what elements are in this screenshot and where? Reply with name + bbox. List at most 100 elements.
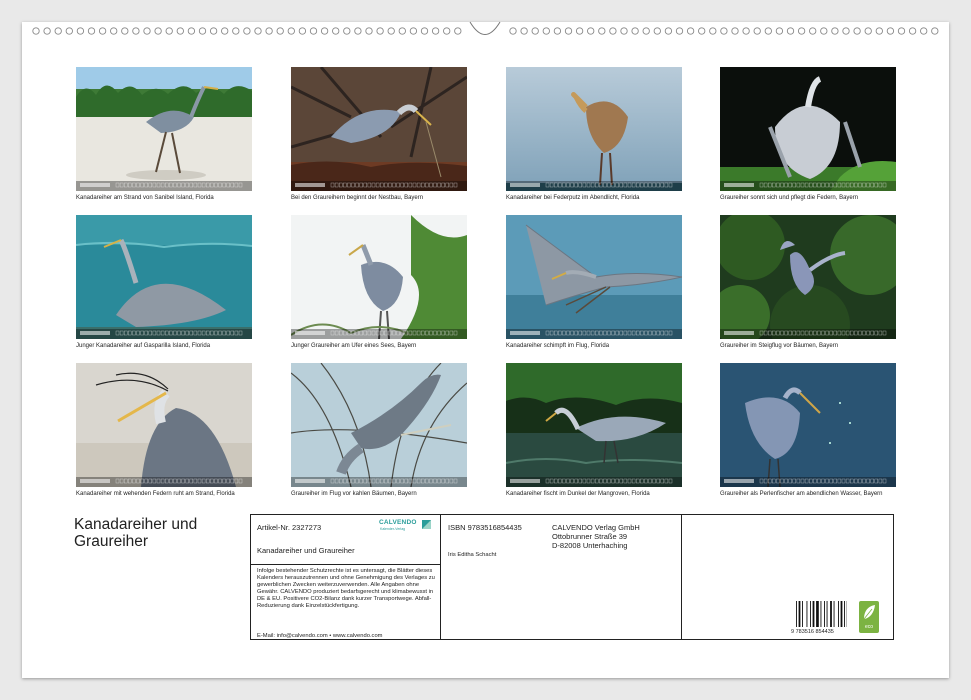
binding-ring (320, 27, 329, 35)
binding-ring (620, 27, 628, 35)
binding-ring (287, 27, 295, 35)
calendar-back-page: Kanadareiher am Strand von Sanibel Islan… (22, 21, 949, 678)
binding-ring (32, 27, 40, 35)
binding-ring (587, 27, 595, 35)
binding-ring (54, 27, 62, 35)
month-photo (76, 67, 252, 191)
photo-caption: Graureiher sonnt sich und pflegt die Fed… (720, 195, 859, 201)
binding-ring (920, 27, 928, 35)
binding-ring (931, 27, 939, 35)
isbn: ISBN 9783516854435 (448, 523, 522, 532)
binding-ring (564, 27, 573, 35)
binding-ring (98, 27, 107, 35)
binding-ring (265, 27, 273, 35)
month-photo (506, 215, 682, 339)
article-number: Artikel-Nr. 2327273 (257, 523, 322, 532)
binding-ring (254, 27, 262, 35)
binding-ring (420, 27, 429, 35)
binding-ring (409, 27, 418, 35)
info-calendar-title: Kanadareiher und Graureiher (257, 546, 355, 555)
barcode-bar (838, 601, 839, 627)
barcode-bar (824, 601, 825, 627)
binding-ring (631, 27, 639, 35)
binding-ring (65, 27, 73, 35)
barcode-bar (820, 601, 822, 627)
binding-ring (786, 27, 795, 35)
photo-caption: Graureiher im Flug vor kahlen Bäumen, Ba… (291, 491, 417, 497)
month-photo (720, 363, 896, 487)
heron-photo-flight (506, 215, 682, 339)
photo-caption: Junger Graureiher am Ufer eines Sees, Ba… (291, 343, 417, 349)
heron-photo-mangrove (506, 363, 682, 487)
photo-caption: Graureiher im Steigflug vor Bäumen, Baye… (720, 343, 839, 349)
binding-ring (398, 27, 406, 35)
calendar-title: Kanadareiher und Graureiher (74, 516, 197, 550)
month-photo (291, 363, 467, 487)
binding-ring (897, 27, 906, 35)
binding-ring (354, 27, 362, 35)
photo-caption: Kanadareiher am Strand von Sanibel Islan… (76, 195, 214, 201)
heron-photo-evening (720, 363, 896, 487)
binding-ring (309, 27, 318, 35)
binding-ring (820, 27, 828, 35)
binding-ring (842, 27, 850, 35)
photo-caption: Graureiher als Perlenfischer am abendlic… (720, 491, 883, 497)
binding-ring (853, 27, 861, 35)
heron-photo-shore (291, 215, 467, 339)
contact-line: E-Mail: info@calvendo.com • www.calvendo… (257, 633, 383, 639)
binding-ring (775, 27, 784, 35)
binding-ring (809, 27, 817, 35)
info-box: Artikel-Nr. 2327273 CALVENDO Kalender-Ve… (250, 514, 894, 640)
binding-ring (709, 27, 717, 35)
binding-ring (553, 27, 562, 35)
binding-ring (731, 27, 739, 35)
barcode (796, 601, 847, 627)
hanger-hook-icon (469, 21, 501, 35)
heron-photo-sun (720, 67, 896, 191)
barcode-bar (833, 601, 835, 627)
month-photo (720, 215, 896, 339)
binding-ring (531, 27, 539, 35)
binding-ring (675, 27, 684, 35)
heron-photo-portrait (76, 363, 252, 487)
binding-ring (698, 27, 706, 35)
photo-caption: Junger Kanadareiher auf Gasparilla Islan… (76, 343, 211, 349)
photo-caption: Kanadareiher schimpft im Flug, Florida (506, 343, 610, 349)
barcode-bar (810, 601, 811, 627)
binding-ring (143, 27, 151, 35)
binding-ring (87, 27, 96, 35)
heron-photo-nest (291, 67, 467, 191)
title-line-1: Kanadareiher und (74, 516, 198, 533)
barcode-bar (802, 601, 803, 627)
divider (681, 515, 682, 639)
month-photo (76, 215, 252, 339)
binding-ring (165, 27, 173, 35)
photo-caption: Kanadareiher mit wehenden Federn ruht am… (76, 491, 235, 497)
binding-ring (575, 27, 584, 35)
heron-photo-branches (291, 363, 467, 487)
legal-notice: Infolge bestehender Schutzrechte ist es … (257, 568, 435, 609)
binding-ring (831, 27, 839, 35)
binding-ring (742, 27, 750, 35)
calvendo-logo: CALVENDO Kalender-Verlag (379, 519, 435, 533)
barcode-bar (830, 601, 832, 627)
binding-ring (176, 27, 184, 35)
binding-ring (875, 27, 883, 35)
binding-ring (376, 27, 384, 35)
heron-photo-preen (506, 67, 682, 191)
month-photo (291, 67, 467, 191)
barcode-bar (816, 601, 819, 627)
binding-ring (187, 27, 196, 35)
binding-ring (609, 27, 617, 35)
binding-ring (720, 27, 728, 35)
binding-ring (387, 27, 395, 35)
leaf-icon (863, 605, 875, 620)
binding-ring (509, 27, 517, 35)
binding-ring (598, 27, 606, 35)
binding-ring (454, 27, 462, 35)
binding-ring (110, 27, 118, 35)
heron-photo-beach (76, 67, 252, 191)
photo-caption: Kanadareiher bei Federputz im Abendlicht… (506, 195, 640, 201)
month-photo (506, 67, 682, 191)
photo-caption: Bei den Graureihern beginnt der Nestbau,… (291, 195, 424, 201)
